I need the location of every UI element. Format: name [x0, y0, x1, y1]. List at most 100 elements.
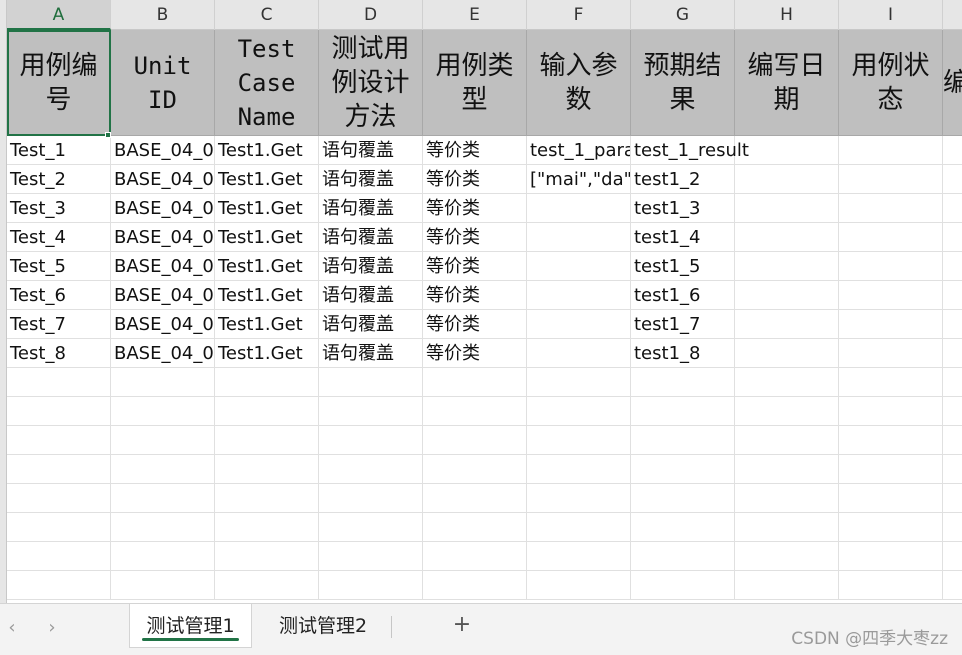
- cell-g[interactable]: test1_4: [631, 223, 735, 252]
- cell-i[interactable]: [839, 484, 943, 513]
- cell-a[interactable]: [7, 513, 111, 542]
- cell-j[interactable]: [943, 426, 962, 455]
- cell-e[interactable]: 等价类: [423, 281, 527, 310]
- cell-g[interactable]: test1_5: [631, 252, 735, 281]
- cell-j[interactable]: [943, 310, 962, 339]
- cell-a[interactable]: Test_6: [7, 281, 111, 310]
- cell-i[interactable]: [839, 339, 943, 368]
- cell-g[interactable]: test1_3: [631, 194, 735, 223]
- cell-j[interactable]: [943, 339, 962, 368]
- cell-b[interactable]: [111, 484, 215, 513]
- cell-i[interactable]: [839, 194, 943, 223]
- cell-j[interactable]: [943, 136, 962, 165]
- cell-d[interactable]: 语句覆盖: [319, 165, 423, 194]
- cell-i[interactable]: [839, 397, 943, 426]
- select-all-corner[interactable]: [0, 0, 7, 30]
- cell-h[interactable]: [735, 484, 839, 513]
- cell-e[interactable]: 等价类: [423, 252, 527, 281]
- sheet-tab-2[interactable]: 测试管理2: [262, 604, 384, 648]
- cell-d[interactable]: 语句覆盖: [319, 310, 423, 339]
- cell-i[interactable]: [839, 455, 943, 484]
- cell-d[interactable]: [319, 513, 423, 542]
- cell-d[interactable]: [319, 397, 423, 426]
- column-header-g[interactable]: G: [631, 0, 735, 30]
- cell-h[interactable]: [735, 339, 839, 368]
- cell-d[interactable]: 语句覆盖: [319, 136, 423, 165]
- cell-i[interactable]: [839, 542, 943, 571]
- cell-e[interactable]: [423, 397, 527, 426]
- cell-d[interactable]: [319, 571, 423, 600]
- cell-j[interactable]: [943, 571, 962, 600]
- cell-j[interactable]: [943, 223, 962, 252]
- cell-c[interactable]: Test1.Get: [215, 281, 319, 310]
- cell-g[interactable]: [631, 542, 735, 571]
- cell-a[interactable]: Test_2: [7, 165, 111, 194]
- column-header-h[interactable]: H: [735, 0, 839, 30]
- cell-j[interactable]: [943, 542, 962, 571]
- cell-a[interactable]: [7, 542, 111, 571]
- cell-a[interactable]: [7, 368, 111, 397]
- cell-d[interactable]: [319, 484, 423, 513]
- header-cell-j[interactable]: 编: [943, 30, 962, 136]
- cell-f[interactable]: [527, 252, 631, 281]
- cell-h[interactable]: [735, 426, 839, 455]
- cell-b[interactable]: BASE_04_0: [111, 281, 215, 310]
- cell-b[interactable]: [111, 397, 215, 426]
- cell-d[interactable]: 语句覆盖: [319, 252, 423, 281]
- column-header-a[interactable]: A: [7, 0, 111, 30]
- cell-e[interactable]: 等价类: [423, 136, 527, 165]
- header-cell-g[interactable]: 预期结 果: [631, 30, 735, 136]
- cell-i[interactable]: [839, 426, 943, 455]
- cell-b[interactable]: [111, 571, 215, 600]
- cell-c[interactable]: [215, 571, 319, 600]
- add-sheet-button[interactable]: +: [449, 612, 475, 638]
- cell-g[interactable]: [631, 513, 735, 542]
- cell-a[interactable]: [7, 397, 111, 426]
- cell-i[interactable]: [839, 310, 943, 339]
- cell-c[interactable]: Test1.Get: [215, 339, 319, 368]
- cell-j[interactable]: [943, 281, 962, 310]
- cell-f[interactable]: [527, 223, 631, 252]
- cell-f[interactable]: [527, 339, 631, 368]
- cell-d[interactable]: [319, 542, 423, 571]
- cell-e[interactable]: 等价类: [423, 310, 527, 339]
- cell-d[interactable]: [319, 426, 423, 455]
- cell-b[interactable]: BASE_04_0: [111, 165, 215, 194]
- cell-i[interactable]: [839, 513, 943, 542]
- cell-c[interactable]: [215, 455, 319, 484]
- cell-j[interactable]: [943, 194, 962, 223]
- cell-e[interactable]: 等价类: [423, 165, 527, 194]
- column-header-e[interactable]: E: [423, 0, 527, 30]
- cell-d[interactable]: [319, 368, 423, 397]
- cell-c[interactable]: [215, 368, 319, 397]
- cell-h[interactable]: [735, 513, 839, 542]
- cell-f[interactable]: [527, 368, 631, 397]
- cell-b[interactable]: BASE_04_0: [111, 223, 215, 252]
- cell-h[interactable]: [735, 542, 839, 571]
- cell-a[interactable]: [7, 455, 111, 484]
- cell-b[interactable]: BASE_04_0: [111, 194, 215, 223]
- cell-b[interactable]: [111, 513, 215, 542]
- column-header-d[interactable]: D: [319, 0, 423, 30]
- header-cell-a[interactable]: 用例编 号: [7, 30, 111, 136]
- cell-j[interactable]: [943, 513, 962, 542]
- cell-b[interactable]: BASE_04_0: [111, 136, 215, 165]
- cell-f[interactable]: [527, 513, 631, 542]
- column-header-f[interactable]: F: [527, 0, 631, 30]
- cell-i[interactable]: [839, 571, 943, 600]
- cell-e[interactable]: [423, 484, 527, 513]
- cell-e[interactable]: [423, 571, 527, 600]
- header-cell-c[interactable]: Test Case Name: [215, 30, 319, 136]
- cell-b[interactable]: BASE_04_0: [111, 339, 215, 368]
- cell-b[interactable]: [111, 426, 215, 455]
- cell-j[interactable]: [943, 165, 962, 194]
- cell-g[interactable]: [631, 571, 735, 600]
- cell-i[interactable]: [839, 368, 943, 397]
- cell-f[interactable]: [527, 455, 631, 484]
- cell-e[interactable]: [423, 542, 527, 571]
- cell-i[interactable]: [839, 281, 943, 310]
- cell-a[interactable]: Test_1: [7, 136, 111, 165]
- cell-h[interactable]: [735, 194, 839, 223]
- cell-d[interactable]: 语句覆盖: [319, 339, 423, 368]
- cell-g[interactable]: test1_8: [631, 339, 735, 368]
